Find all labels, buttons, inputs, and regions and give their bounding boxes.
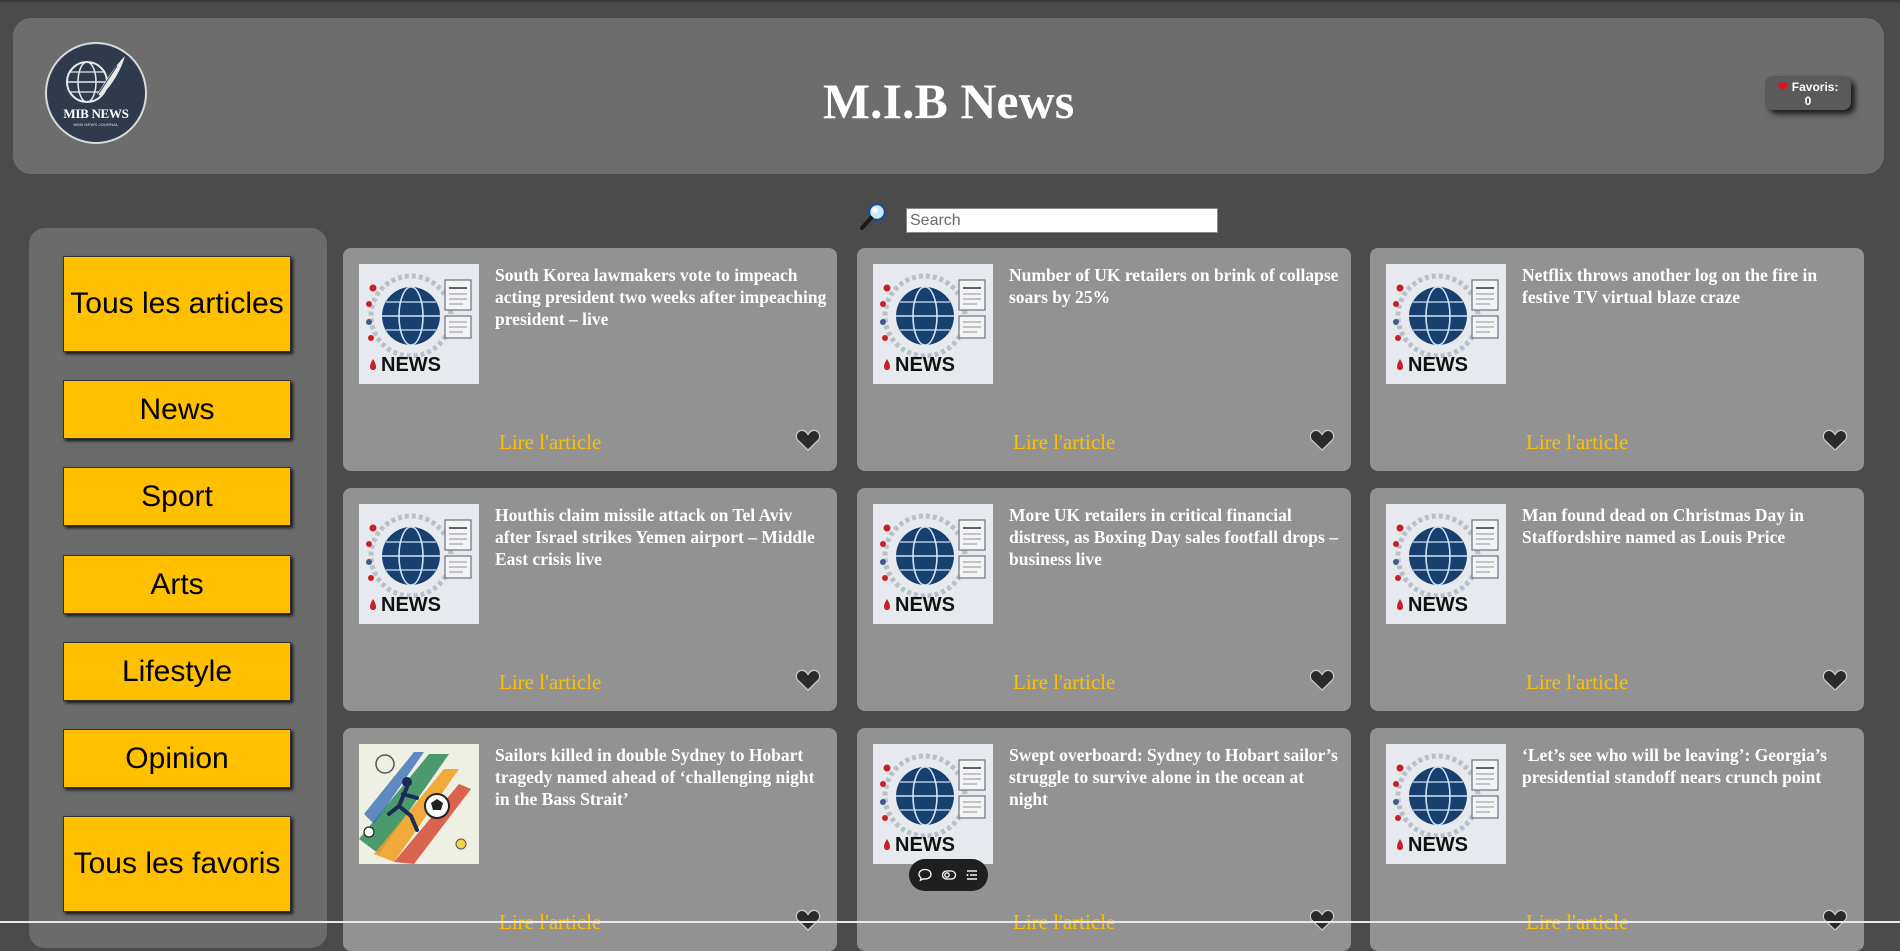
article-card: NEWS Netflix throws another log on the f…: [1370, 248, 1864, 471]
read-article-link[interactable]: Lire l'article: [1526, 670, 1628, 695]
read-article-link[interactable]: Lire l'article: [1526, 430, 1628, 455]
article-thumbnail[interactable]: NEWS: [873, 744, 993, 864]
article-thumbnail[interactable]: NEWS: [359, 504, 479, 624]
article-title[interactable]: South Korea lawmakers vote to impeach ac…: [495, 264, 827, 330]
heart-icon[interactable]: [1822, 668, 1848, 692]
category-all-articles-button[interactable]: Tous les articles: [63, 256, 291, 352]
category-all-favorites-button[interactable]: Tous les favoris: [63, 816, 291, 912]
heart-icon[interactable]: [1309, 668, 1335, 692]
news-thumbnail-image: NEWS: [1386, 504, 1506, 624]
site-header: MIB NEWS WEB NEWS JOURNAL M.I.B News ❤ F…: [13, 18, 1884, 174]
article-thumbnail[interactable]: NEWS: [1386, 264, 1506, 384]
category-sport-button[interactable]: Sport: [63, 467, 291, 526]
favorites-counter[interactable]: ❤ Favoris: 0: [1765, 76, 1851, 110]
article-card: NEWS Swept overboard: Sydney to Hobart s…: [857, 728, 1351, 951]
article-title[interactable]: Number of UK retailers on brink of colla…: [1009, 264, 1341, 308]
category-opinion-button[interactable]: Opinion: [63, 729, 291, 788]
heart-icon[interactable]: [795, 428, 821, 452]
search-input[interactable]: [906, 208, 1218, 233]
top-border: [0, 0, 1900, 2]
thumbnail-news-text: NEWS: [381, 594, 441, 616]
favorites-count: 0: [1804, 94, 1812, 108]
article-title[interactable]: Netflix throws another log on the fire i…: [1522, 264, 1854, 308]
category-sidebar: Tous les articles News Sport Arts Lifest…: [29, 228, 327, 948]
article-title[interactable]: Swept overboard: Sydney to Hobart sailor…: [1009, 744, 1341, 810]
toggle-icon[interactable]: [941, 867, 957, 883]
thumbnail-news-text: NEWS: [1408, 354, 1468, 376]
news-thumbnail-image: NEWS: [359, 264, 479, 384]
article-thumbnail[interactable]: NEWS: [873, 504, 993, 624]
category-arts-button[interactable]: Arts: [63, 555, 291, 614]
article-title[interactable]: Man found dead on Christmas Day in Staff…: [1522, 504, 1854, 548]
comment-icon[interactable]: [917, 867, 933, 883]
thumbnail-news-text: NEWS: [1408, 834, 1468, 856]
article-card: NEWS Houthis claim missile attack on Tel…: [343, 488, 837, 711]
article-thumbnail[interactable]: NEWS: [1386, 504, 1506, 624]
heart-icon[interactable]: [1309, 908, 1335, 932]
sport-thumbnail-image: [359, 744, 479, 864]
floating-toolbar: [909, 859, 988, 891]
news-thumbnail-image: NEWS: [873, 744, 993, 864]
article-card: NEWS Number of UK retailers on brink of …: [857, 248, 1351, 471]
heart-icon[interactable]: [795, 908, 821, 932]
article-thumbnail[interactable]: NEWS: [359, 264, 479, 384]
thumbnail-news-text: NEWS: [895, 354, 955, 376]
article-card: Sailors killed in double Sydney to Hobar…: [343, 728, 837, 951]
read-article-link[interactable]: Lire l'article: [1013, 430, 1115, 455]
site-title: M.I.B News: [822, 73, 1075, 129]
article-card: NEWS More UK retailers in critical finan…: [857, 488, 1351, 711]
news-thumbnail-image: NEWS: [1386, 264, 1506, 384]
heart-icon[interactable]: [1309, 428, 1335, 452]
thumbnail-news-text: NEWS: [1408, 594, 1468, 616]
read-article-link[interactable]: Lire l'article: [499, 670, 601, 695]
read-article-link[interactable]: Lire l'article: [499, 430, 601, 455]
news-thumbnail-image: NEWS: [1386, 744, 1506, 864]
news-thumbnail-image: NEWS: [873, 264, 993, 384]
heart-icon[interactable]: [1822, 428, 1848, 452]
heart-icon[interactable]: [795, 668, 821, 692]
thumbnail-news-text: NEWS: [895, 594, 955, 616]
heart-icon[interactable]: [1822, 908, 1848, 932]
article-title[interactable]: Sailors killed in double Sydney to Hobar…: [495, 744, 827, 810]
heart-icon: ❤: [1777, 79, 1789, 94]
category-news-button[interactable]: News: [63, 380, 291, 439]
magnifier-icon[interactable]: [858, 200, 890, 232]
favorites-label: Favoris:: [1791, 80, 1839, 94]
thumbnail-news-text: NEWS: [895, 834, 955, 856]
category-lifestyle-button[interactable]: Lifestyle: [63, 642, 291, 701]
news-thumbnail-image: NEWS: [873, 504, 993, 624]
article-card: NEWS South Korea lawmakers vote to impea…: [343, 248, 837, 471]
article-card: NEWS ‘Let’s see who will be leaving’: Ge…: [1370, 728, 1864, 951]
read-article-link[interactable]: Lire l'article: [1013, 670, 1115, 695]
article-thumbnail[interactable]: NEWS: [1386, 744, 1506, 864]
article-title[interactable]: Houthis claim missile attack on Tel Aviv…: [495, 504, 827, 570]
list-icon[interactable]: [964, 867, 980, 883]
thumbnail-news-text: NEWS: [381, 354, 441, 376]
news-thumbnail-image: NEWS: [359, 504, 479, 624]
article-thumbnail[interactable]: [359, 744, 479, 864]
article-title[interactable]: More UK retailers in critical financial …: [1009, 504, 1341, 570]
article-title[interactable]: ‘Let’s see who will be leaving’: Georgia…: [1522, 744, 1854, 788]
article-card: NEWS Man found dead on Christmas Day in …: [1370, 488, 1864, 711]
article-thumbnail[interactable]: NEWS: [873, 264, 993, 384]
